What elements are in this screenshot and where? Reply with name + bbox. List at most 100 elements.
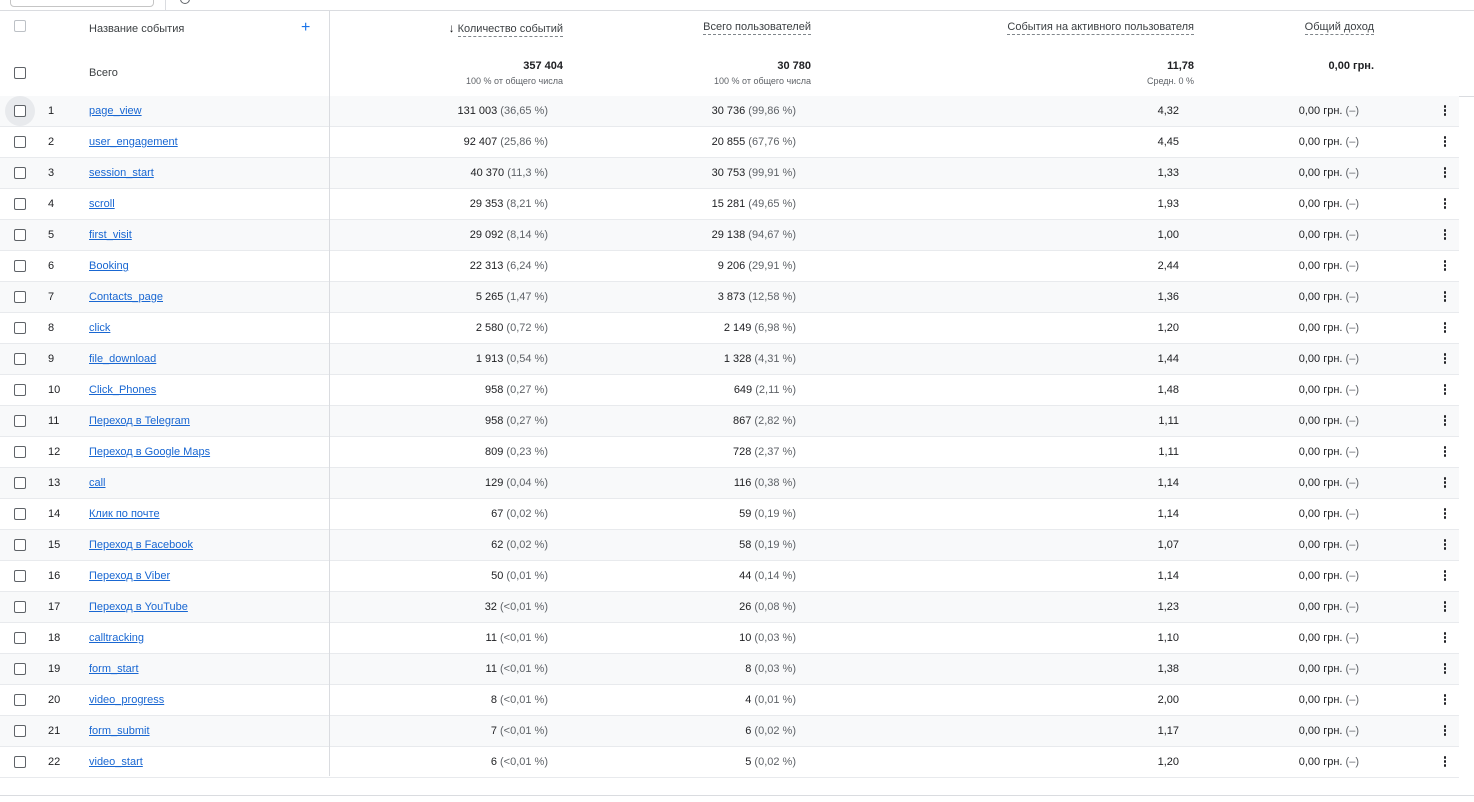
select-all-checkbox[interactable]: [14, 20, 26, 32]
table-row[interactable]: 16 Переход в Viber 50 (0,01 %) 44 (0,14 %) 1…: [0, 561, 1459, 592]
row-checkbox[interactable]: [14, 353, 26, 365]
table-row[interactable]: 2 user_engagement 92 407 (25,86 %) 20 855 (…: [0, 127, 1459, 158]
totals-checkbox[interactable]: [14, 67, 26, 79]
event-name-link[interactable]: call: [89, 477, 106, 489]
more-vert-icon[interactable]: [1443, 508, 1447, 521]
event-name-link[interactable]: calltracking: [89, 632, 144, 644]
events-count-header[interactable]: ↓ Количество событий: [449, 21, 563, 37]
dropdown-field[interactable]: [10, 0, 154, 7]
event-name-link[interactable]: Contacts_page: [89, 291, 163, 303]
event-name-link[interactable]: first_visit: [89, 229, 132, 241]
table-row[interactable]: 1 page_view 131 003 (36,65 %) 30 736 (99,86…: [0, 96, 1459, 127]
more-vert-icon[interactable]: [1443, 415, 1447, 428]
event-name-link[interactable]: video_start: [89, 756, 143, 768]
table-row[interactable]: 15 Переход в Facebook 62 (0,02 %) 58 (0,19 …: [0, 530, 1459, 561]
more-vert-icon[interactable]: [1443, 539, 1447, 552]
row-checkbox[interactable]: [14, 229, 26, 241]
more-vert-icon[interactable]: [1443, 632, 1447, 645]
table-row[interactable]: 18 calltracking 11 (<0,01 %) 10 (0,03 %) 1,1…: [0, 623, 1459, 654]
table-row[interactable]: 8 click 2 580 (0,72 %) 2 149 (6,98 %) 1,20 0,…: [0, 313, 1459, 344]
table-row[interactable]: 19 form_start 11 (<0,01 %) 8 (0,03 %) 1,38 0,…: [0, 654, 1459, 685]
search-icon[interactable]: [180, 0, 190, 4]
event-name-link[interactable]: Booking: [89, 260, 129, 272]
row-checkbox[interactable]: [14, 136, 26, 148]
table-row[interactable]: 11 Переход в Telegram 958 (0,27 %) 867 (2,8…: [0, 406, 1459, 437]
table-row[interactable]: 3 session_start 40 370 (11,3 %) 30 753 (99,…: [0, 158, 1459, 189]
event-name-link[interactable]: Переход в Viber: [89, 570, 170, 582]
row-checkbox[interactable]: [14, 105, 26, 117]
row-checkbox[interactable]: [14, 198, 26, 210]
more-vert-icon[interactable]: [1443, 756, 1447, 769]
event-name-link[interactable]: Переход в Google Maps: [89, 446, 210, 458]
row-checkbox[interactable]: [14, 322, 26, 334]
event-name-link[interactable]: form_submit: [89, 725, 150, 737]
event-name-link[interactable]: session_start: [89, 167, 154, 179]
row-checkbox[interactable]: [14, 291, 26, 303]
row-checkbox[interactable]: [14, 694, 26, 706]
events-per-user-header[interactable]: События на активного пользователя: [1007, 21, 1194, 35]
total-revenue-header[interactable]: Общий доход: [1304, 21, 1374, 35]
row-checkbox[interactable]: [14, 384, 26, 396]
more-vert-icon[interactable]: [1443, 477, 1447, 490]
row-checkbox[interactable]: [14, 663, 26, 675]
row-checkbox[interactable]: [14, 446, 26, 458]
more-vert-icon[interactable]: [1443, 105, 1447, 118]
table-row[interactable]: 7 Contacts_page 5 265 (1,47 %) 3 873 (12,58…: [0, 282, 1459, 313]
more-vert-icon[interactable]: [1443, 725, 1447, 738]
table-row[interactable]: 14 Клик по почте 67 (0,02 %) 59 (0,19 %) 1,1…: [0, 499, 1459, 530]
event-name-link[interactable]: file_download: [89, 353, 156, 365]
more-vert-icon[interactable]: [1443, 291, 1447, 304]
row-checkbox[interactable]: [14, 570, 26, 582]
add-dimension-button[interactable]: +: [301, 19, 310, 37]
row-checkbox[interactable]: [14, 415, 26, 427]
table-row[interactable]: 17 Переход в YouTube 32 (<0,01 %) 26 (0,08 …: [0, 592, 1459, 623]
event-name-link[interactable]: page_view: [89, 105, 142, 117]
event-name-link[interactable]: form_start: [89, 663, 139, 675]
row-checkbox[interactable]: [14, 508, 26, 520]
table-row[interactable]: 9 file_download 1 913 (0,54 %) 1 328 (4,31 …: [0, 344, 1459, 375]
row-checkbox[interactable]: [14, 167, 26, 179]
row-checkbox[interactable]: [14, 477, 26, 489]
event-name-header[interactable]: Название события: [89, 23, 184, 35]
event-name-link[interactable]: Переход в YouTube: [89, 601, 188, 613]
more-vert-icon[interactable]: [1443, 260, 1447, 273]
more-vert-icon[interactable]: [1443, 694, 1447, 707]
total-users-header[interactable]: Всего пользователей: [703, 21, 811, 35]
more-vert-icon[interactable]: [1443, 663, 1447, 676]
more-vert-icon[interactable]: [1443, 322, 1447, 335]
table-row[interactable]: 12 Переход в Google Maps 809 (0,23 %) 728 (…: [0, 437, 1459, 468]
table-row[interactable]: 13 call 129 (0,04 %) 116 (0,38 %) 1,14 0,00 г…: [0, 468, 1459, 499]
table-row[interactable]: 20 video_progress 8 (<0,01 %) 4 (0,01 %) 2,0…: [0, 685, 1459, 716]
row-checkbox[interactable]: [14, 539, 26, 551]
row-checkbox[interactable]: [14, 632, 26, 644]
row-checkbox[interactable]: [14, 260, 26, 272]
table-row[interactable]: 10 Click_Phones 958 (0,27 %) 649 (2,11 %) 1,…: [0, 375, 1459, 406]
table-row[interactable]: 22 video_start 6 (<0,01 %) 5 (0,02 %) 1,20 0,…: [0, 747, 1459, 778]
more-vert-icon[interactable]: [1443, 136, 1447, 149]
more-vert-icon[interactable]: [1443, 570, 1447, 583]
more-vert-icon[interactable]: [1443, 353, 1447, 366]
users-cell: 6 (0,02 %): [745, 725, 796, 737]
more-vert-icon[interactable]: [1443, 446, 1447, 459]
event-name-link[interactable]: video_progress: [89, 694, 164, 706]
row-checkbox[interactable]: [14, 725, 26, 737]
row-checkbox[interactable]: [14, 601, 26, 613]
event-name-link[interactable]: user_engagement: [89, 136, 178, 148]
event-name-link[interactable]: click: [89, 322, 110, 334]
event-name-link[interactable]: scroll: [89, 198, 115, 210]
table-row[interactable]: 6 Booking 22 313 (6,24 %) 9 206 (29,91 %) 2,…: [0, 251, 1459, 282]
more-vert-icon[interactable]: [1443, 198, 1447, 211]
event-name-link[interactable]: Клик по почте: [89, 508, 160, 520]
table-row[interactable]: 21 form_submit 7 (<0,01 %) 6 (0,02 %) 1,17 0,…: [0, 716, 1459, 747]
more-vert-icon[interactable]: [1443, 229, 1447, 242]
row-checkbox[interactable]: [14, 756, 26, 768]
more-vert-icon[interactable]: [1443, 601, 1447, 614]
event-name-link[interactable]: Переход в Facebook: [89, 539, 193, 551]
table-row[interactable]: 5 first_visit 29 092 (8,14 %) 29 138 (94,67…: [0, 220, 1459, 251]
more-vert-icon[interactable]: [1443, 384, 1447, 397]
event-name-link[interactable]: Click_Phones: [89, 384, 156, 396]
event-name-link[interactable]: Переход в Telegram: [89, 415, 190, 427]
table-row[interactable]: 4 scroll 29 353 (8,21 %) 15 281 (49,65 %) 1,…: [0, 189, 1459, 220]
more-vert-icon[interactable]: [1443, 167, 1447, 180]
revenue-percent: (–): [1345, 291, 1359, 303]
